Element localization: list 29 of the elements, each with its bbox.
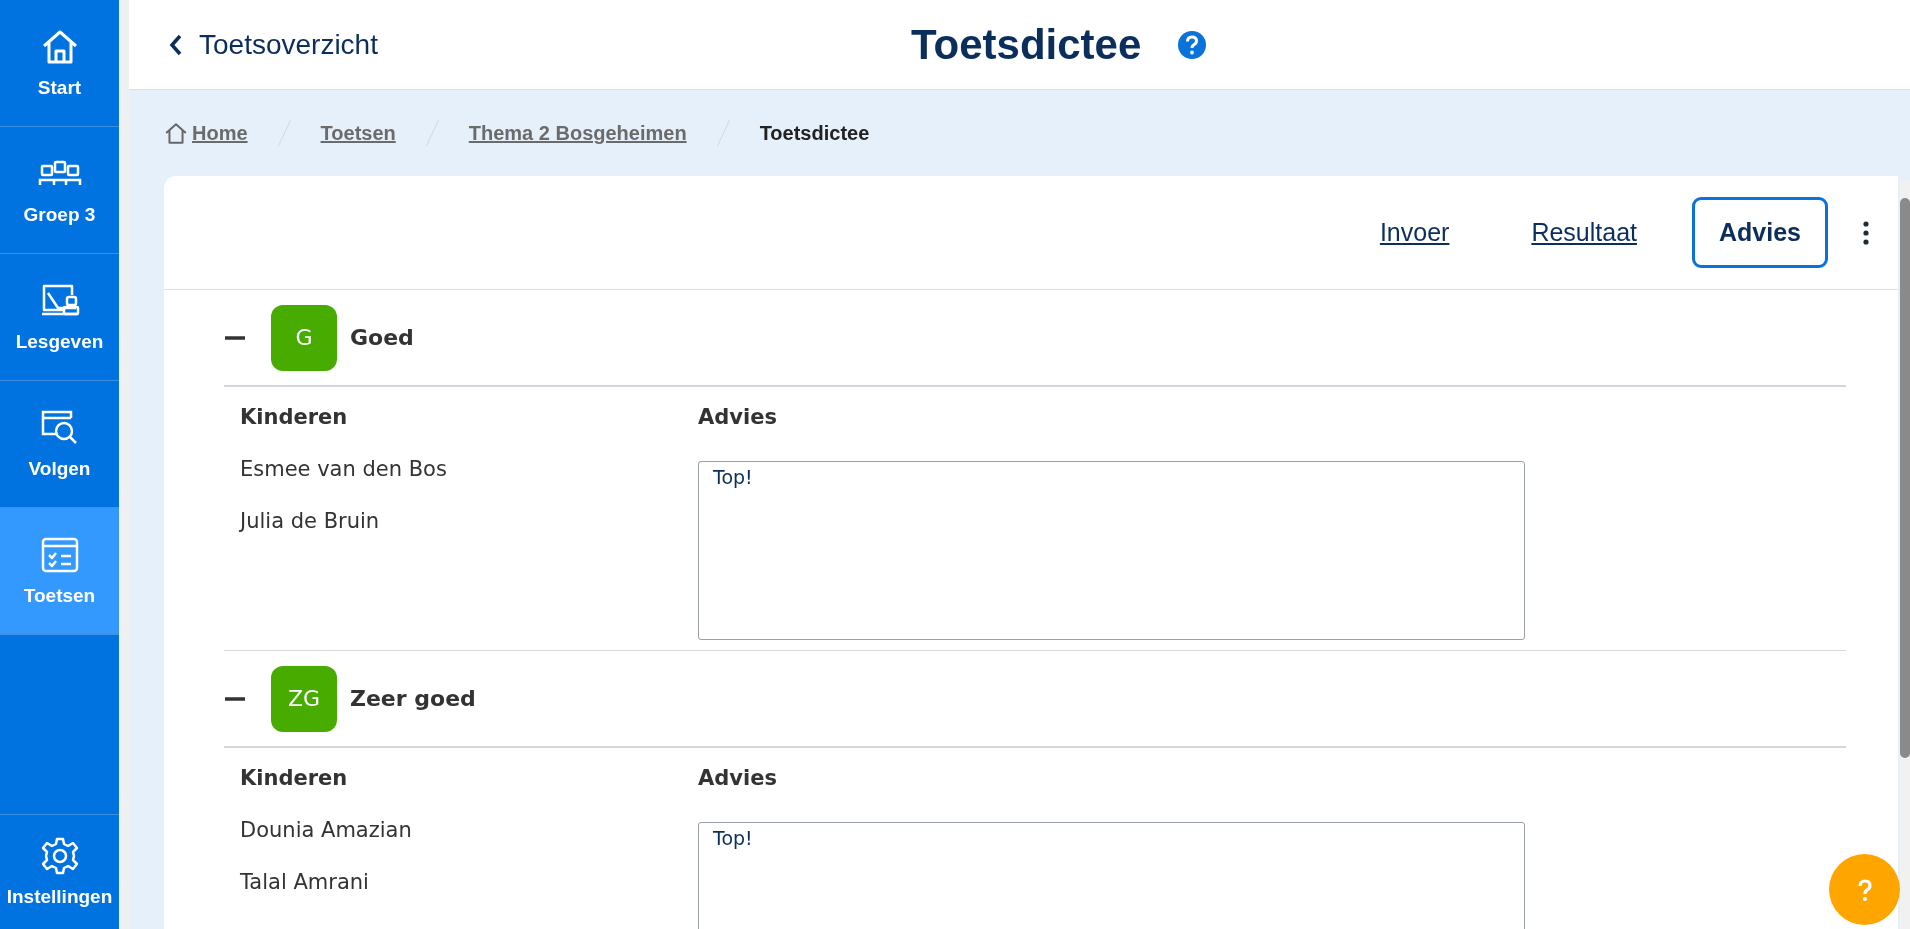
chevron-left-icon: [169, 32, 183, 57]
breadcrumb-link[interactable]: Home: [164, 121, 248, 145]
column-header: Advies: [698, 405, 778, 431]
grade-badge: ZG: [271, 665, 337, 732]
student-name: Talal Amrani: [240, 870, 370, 896]
group-title: Zeer goed: [350, 686, 476, 711]
tab[interactable]: Advies: [1692, 197, 1828, 268]
grade-badge: G: [271, 304, 337, 371]
more-options-icon[interactable]: [1862, 219, 1870, 246]
breadcrumb-link[interactable]: Toetsen: [320, 121, 396, 145]
breadcrumb-current: Toetsdictee: [759, 121, 870, 145]
group-title: Goed: [350, 325, 414, 350]
student-name: Julia de Bruin: [240, 509, 381, 535]
scrollbar[interactable]: [1900, 180, 1910, 929]
advice-field[interactable]: Top!: [698, 822, 1525, 929]
page-title: Toetsdictee: [911, 21, 1142, 69]
breadcrumb-link[interactable]: Thema 2 Bosgeheimen: [468, 121, 687, 145]
student-name: Esmee van den Bos: [240, 457, 448, 483]
column-header: Advies: [698, 766, 778, 792]
column-header: Kinderen: [240, 405, 349, 431]
advice-field[interactable]: Top!: [698, 461, 1525, 640]
tab[interactable]: Invoer: [1352, 197, 1477, 268]
sidebar-item[interactable]: Toetsen: [0, 508, 119, 635]
help-icon[interactable]: [1177, 30, 1208, 60]
back-link[interactable]: Toetsoverzicht: [169, 28, 378, 61]
house-icon: [164, 121, 188, 145]
tab[interactable]: Resultaat: [1504, 197, 1664, 268]
student-name: Dounia Amazian: [240, 818, 413, 844]
column-header: Kinderen: [240, 766, 349, 792]
